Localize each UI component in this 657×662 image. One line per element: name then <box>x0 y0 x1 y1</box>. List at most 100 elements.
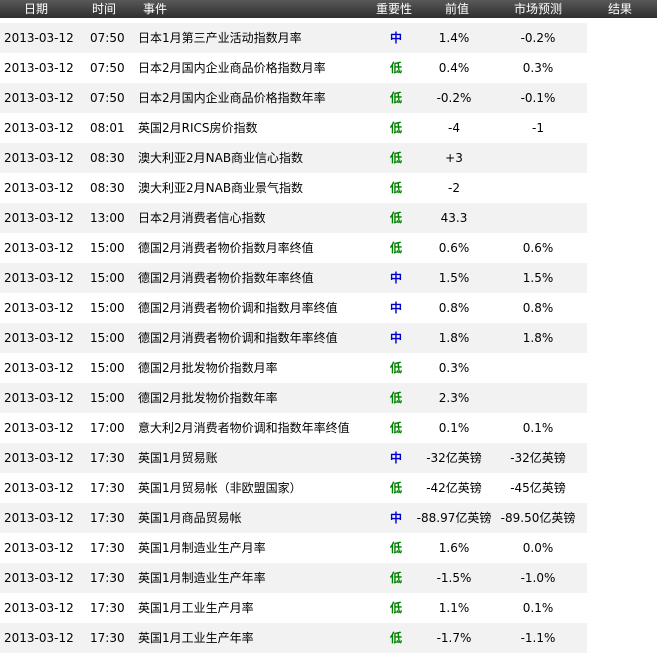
cell-time: 07:50 <box>90 61 125 75</box>
cell-event: 德国2月消费者物价调和指数月率终值 <box>138 301 338 315</box>
cell-previous: -2 <box>448 181 460 195</box>
cell-time: 08:30 <box>90 181 125 195</box>
calendar-table-body: 2013-03-12 07:50 日本1月第三产业活动指数月率中 1.4% -0.2% 2… <box>0 23 587 653</box>
cell-date: 2013-03-12 <box>4 91 74 105</box>
cell-previous: 1.8% <box>438 331 470 345</box>
cell-date: 2013-03-12 <box>4 331 74 345</box>
table-row: 2013-03-12 15:00 德国2月消费者物价指数年率终值中 1.5% 1.5% <box>0 263 587 293</box>
table-row: 2013-03-12 15:00 德国2月批发物价指数年率低 2.3% <box>0 383 587 413</box>
table-row: 2013-03-12 08:01 英国2月RICS房价指数低 -4 -1 <box>0 113 587 143</box>
cell-previous: -1.5% <box>436 571 472 585</box>
cell-event: 英国1月制造业生产年率 <box>138 571 266 585</box>
header-importance: 重要性 <box>376 2 413 16</box>
cell-event: 日本2月国内企业商品价格指数月率 <box>138 61 326 75</box>
cell-date: 2013-03-12 <box>4 241 74 255</box>
table-row: 2013-03-12 17:30 英国1月商品贸易帐中 -88.97亿英镑 -89.50… <box>0 503 587 533</box>
cell-forecast: 0.1% <box>522 421 554 435</box>
table-row: 2013-03-12 15:00 德国2月批发物价指数月率低 0.3% <box>0 353 587 383</box>
cell-time: 15:00 <box>90 301 125 315</box>
header-time: 时间 <box>92 2 117 16</box>
cell-forecast: -32亿英镑 <box>510 451 566 465</box>
cell-event: 德国2月批发物价指数年率 <box>138 391 278 405</box>
cell-previous: +3 <box>445 151 463 165</box>
cell-event: 英国1月工业生产月率 <box>138 601 254 615</box>
cell-forecast: -45亿英镑 <box>510 481 566 495</box>
cell-date: 2013-03-12 <box>4 601 74 615</box>
cell-event: 英国1月商品贸易帐 <box>138 511 242 525</box>
table-row: 2013-03-12 17:00 意大利2月消费者物价调和指数年率终值低 0.1% 0.… <box>0 413 587 443</box>
cell-time: 17:00 <box>90 421 125 435</box>
cell-previous: -4 <box>448 121 460 135</box>
cell-date: 2013-03-12 <box>4 271 74 285</box>
cell-forecast: -1.0% <box>520 571 556 585</box>
cell-date: 2013-03-12 <box>4 391 74 405</box>
cell-date: 2013-03-12 <box>4 211 74 225</box>
cell-time: 13:00 <box>90 211 125 225</box>
cell-time: 15:00 <box>90 271 125 285</box>
cell-previous: 0.6% <box>438 241 470 255</box>
cell-event: 德国2月消费者物价调和指数年率终值 <box>138 331 338 345</box>
cell-date: 2013-03-12 <box>4 481 74 495</box>
cell-time: 15:00 <box>90 331 125 345</box>
cell-event: 德国2月批发物价指数月率 <box>138 361 278 375</box>
cell-event: 英国1月贸易账 <box>138 451 218 465</box>
cell-previous: 0.4% <box>438 61 470 75</box>
header-result: 结果 <box>608 2 633 16</box>
table-row: 2013-03-12 17:30 英国1月制造业生产年率低 -1.5% -1.0% <box>0 563 587 593</box>
cell-date: 2013-03-12 <box>4 421 74 435</box>
cell-forecast: -0.2% <box>520 31 556 45</box>
cell-time: 15:00 <box>90 361 125 375</box>
cell-time: 15:00 <box>90 241 125 255</box>
cell-time: 08:30 <box>90 151 125 165</box>
cell-previous: 1.1% <box>438 601 470 615</box>
cell-date: 2013-03-12 <box>4 61 74 75</box>
cell-event: 意大利2月消费者物价调和指数年率终值 <box>138 421 350 435</box>
table-row: 2013-03-12 17:30 英国1月贸易帐（非欧盟国家）低 -42亿英镑 -45亿… <box>0 473 587 503</box>
table-row: 2013-03-12 07:50 日本2月国内企业商品价格指数年率低 -0.2% -0.… <box>0 83 587 113</box>
cell-date: 2013-03-12 <box>4 31 74 45</box>
cell-previous: 2.3% <box>438 391 470 405</box>
cell-time: 17:30 <box>90 511 125 525</box>
cell-forecast: 1.8% <box>522 331 554 345</box>
cell-previous: -1.7% <box>436 631 472 645</box>
cell-previous: -88.97亿英镑 <box>416 511 492 525</box>
cell-date: 2013-03-12 <box>4 361 74 375</box>
table-row: 2013-03-12 17:30 英国1月工业生产年率低 -1.7% -1.1% <box>0 623 587 653</box>
cell-time: 07:50 <box>90 31 125 45</box>
cell-previous: 1.4% <box>438 31 470 45</box>
table-row: 2013-03-12 07:50 日本2月国内企业商品价格指数月率低 0.4% 0.3% <box>0 53 587 83</box>
table-row: 2013-03-12 07:50 日本1月第三产业活动指数月率中 1.4% -0.2% <box>0 23 587 53</box>
header-event: 事件 <box>143 2 168 16</box>
cell-previous: -42亿英镑 <box>426 481 482 495</box>
cell-previous: -0.2% <box>436 91 472 105</box>
cell-time: 07:50 <box>90 91 125 105</box>
table-header: 日期 时间 事件 重要性 前值 市场预测 结果 <box>0 0 657 18</box>
cell-forecast: -89.50亿英镑 <box>500 511 576 525</box>
cell-forecast: 0.1% <box>522 601 554 615</box>
table-row: 2013-03-12 08:30 澳大利亚2月NAB商业景气指数低 -2 <box>0 173 587 203</box>
header-forecast: 市场预测 <box>514 2 563 16</box>
cell-event: 德国2月消费者物价指数年率终值 <box>138 271 314 285</box>
cell-time: 17:30 <box>90 571 125 585</box>
table-row: 2013-03-12 15:00 德国2月消费者物价指数月率终值低 0.6% 0.6% <box>0 233 587 263</box>
cell-time: 17:30 <box>90 541 125 555</box>
cell-forecast: -1.1% <box>520 631 556 645</box>
cell-event: 德国2月消费者物价指数月率终值 <box>138 241 314 255</box>
cell-previous: 0.1% <box>438 421 470 435</box>
cell-event: 日本1月第三产业活动指数月率 <box>138 31 302 45</box>
cell-time: 17:30 <box>90 631 125 645</box>
cell-previous: 1.6% <box>438 541 470 555</box>
table-row: 2013-03-12 17:30 英国1月制造业生产月率低 1.6% 0.0% <box>0 533 587 563</box>
cell-time: 08:01 <box>90 121 125 135</box>
cell-previous: 1.5% <box>438 271 470 285</box>
table-row: 2013-03-12 15:00 德国2月消费者物价调和指数月率终值中 0.8% 0.8… <box>0 293 587 323</box>
cell-time: 17:30 <box>90 481 125 495</box>
cell-date: 2013-03-12 <box>4 451 74 465</box>
cell-date: 2013-03-12 <box>4 151 74 165</box>
table-row: 2013-03-12 15:00 德国2月消费者物价调和指数年率终值中 1.8% 1.8… <box>0 323 587 353</box>
cell-time: 17:30 <box>90 601 125 615</box>
cell-previous: 0.3% <box>438 361 470 375</box>
cell-event: 澳大利亚2月NAB商业信心指数 <box>138 151 304 165</box>
table-row: 2013-03-12 13:00 日本2月消费者信心指数低 43.3 <box>0 203 587 233</box>
cell-event: 日本2月国内企业商品价格指数年率 <box>138 91 326 105</box>
